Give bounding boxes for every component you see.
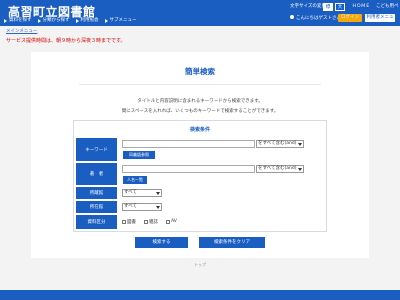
nav-item-label: 資料を探す bbox=[9, 18, 32, 23]
keyword-label: キーワード bbox=[76, 138, 117, 161]
kids-page-link[interactable]: こども用ペ bbox=[376, 4, 399, 10]
description-line-2: 間にスペースを入れれば、いくつものキーワードで検索することができます。 bbox=[121, 109, 279, 114]
user-menu-button[interactable]: 利用者メニュー bbox=[365, 14, 395, 28]
checkbox[interactable] bbox=[144, 220, 148, 224]
nav-item-usage-inquiry[interactable]: 利用照会 bbox=[75, 17, 99, 25]
arrow-right-icon bbox=[4, 19, 7, 23]
related-words-button[interactable]: 同義語参照 bbox=[123, 151, 155, 159]
author-input[interactable] bbox=[122, 165, 255, 173]
library-row: 所蔵館 すべて bbox=[76, 187, 326, 199]
font-size-standard-button[interactable]: 標 bbox=[323, 3, 333, 11]
clear-conditions-button[interactable]: 検索条件をクリア bbox=[199, 237, 265, 248]
material-checkbox-av[interactable]: AV bbox=[166, 219, 177, 224]
author-mode-select[interactable]: をすべて含む(and) bbox=[256, 165, 304, 173]
main-nav: 資料を探す 分類から探す 利用照会 サブメニュー bbox=[4, 17, 137, 25]
search-form: 検索条件 キーワード をすべて含む(and) 同義語参照 著 者 をすべて含む(… bbox=[73, 120, 327, 232]
material-type-field-group: 図書 雑誌 AV bbox=[122, 219, 322, 225]
service-hours-notice: サービス提供時間は、朝９時から深夜３時までです。 bbox=[6, 38, 126, 44]
checkbox[interactable] bbox=[166, 219, 170, 224]
page-top-link[interactable]: トップ bbox=[0, 262, 400, 268]
font-size-label: 文字サイズの変更 bbox=[290, 4, 326, 9]
checkbox-label: 雑誌 bbox=[149, 220, 158, 225]
footer-bar bbox=[0, 290, 400, 300]
search-button[interactable]: 検索する bbox=[135, 237, 188, 248]
keyword-mode-select[interactable]: をすべて含む(and) bbox=[256, 140, 304, 148]
nav-item-label: 分類から探す bbox=[42, 18, 70, 23]
arrow-right-icon bbox=[37, 19, 41, 23]
page-title: 簡単検索 bbox=[185, 67, 215, 76]
user-icon bbox=[290, 15, 294, 19]
checkbox[interactable] bbox=[122, 220, 126, 224]
author-list-button[interactable]: 人名一覧 bbox=[123, 176, 147, 184]
library-select[interactable]: すべて bbox=[122, 189, 162, 197]
material-checkbox-books[interactable]: 図書 bbox=[122, 219, 136, 225]
breadcrumb-main-menu[interactable]: メインメニュー bbox=[6, 28, 37, 34]
nav-item-submenu[interactable]: サブメニュー bbox=[104, 17, 137, 25]
main-content: 簡単検索 タイトルと内容説明に含まれるキーワードから検索できます。 間にスペース… bbox=[31, 52, 369, 258]
keyword-input[interactable] bbox=[122, 140, 255, 148]
author-label: 著 者 bbox=[76, 163, 117, 185]
user-greeting: こんにちはゲストさん bbox=[290, 15, 341, 21]
author-mode-value: をすべて含む(and) bbox=[258, 166, 297, 171]
library-select-value: すべて bbox=[124, 190, 138, 195]
location-label: 所在館 bbox=[76, 201, 117, 213]
library-label: 所蔵館 bbox=[76, 187, 117, 199]
title-divider bbox=[79, 84, 321, 85]
home-link[interactable]: ＨＯＭＥ bbox=[352, 4, 370, 10]
font-size-large-button[interactable]: 大 bbox=[335, 3, 345, 11]
login-button[interactable]: ログイン bbox=[338, 14, 362, 22]
form-title: 検索条件 bbox=[189, 127, 210, 133]
author-row: 著 者 をすべて含む(and) 人名一覧 bbox=[76, 163, 326, 185]
header-bar: 高習町立図書館 文字サイズの変更 標 大 ＨＯＭＥ こども用ペ こんにちはゲスト… bbox=[0, 0, 400, 28]
checkbox-label: AV bbox=[171, 219, 177, 224]
location-select[interactable]: すべて bbox=[122, 203, 162, 211]
chevron-down-icon bbox=[298, 143, 302, 146]
arrow-right-icon bbox=[104, 19, 108, 23]
keyword-row: キーワード をすべて含む(and) 同義語参照 bbox=[76, 138, 326, 161]
user-greeting-text: こんにちはゲストさん bbox=[296, 16, 341, 21]
material-type-label: 資料区分 bbox=[76, 215, 117, 229]
chevron-down-icon bbox=[156, 206, 160, 209]
nav-item-label: 利用照会 bbox=[80, 18, 99, 23]
nav-item-label: サブメニュー bbox=[109, 18, 137, 23]
location-select-value: すべて bbox=[124, 204, 138, 209]
keyword-mode-value: をすべて含む(and) bbox=[258, 141, 297, 146]
nav-item-browse-classification[interactable]: 分類から探す bbox=[37, 17, 70, 25]
description-line-1: タイトルと内容説明に含まれるキーワードから検索できます。 bbox=[137, 99, 263, 104]
material-checkbox-magazines[interactable]: 雑誌 bbox=[144, 219, 158, 225]
chevron-down-icon bbox=[156, 192, 160, 195]
nav-item-search-materials[interactable]: 資料を探す bbox=[4, 17, 32, 25]
chevron-down-icon bbox=[298, 168, 302, 171]
location-row: 所在館 すべて bbox=[76, 201, 326, 213]
arrow-right-icon bbox=[75, 19, 79, 23]
checkbox-label: 図書 bbox=[127, 220, 136, 225]
material-type-row: 資料区分 図書 雑誌 AV bbox=[76, 215, 326, 229]
